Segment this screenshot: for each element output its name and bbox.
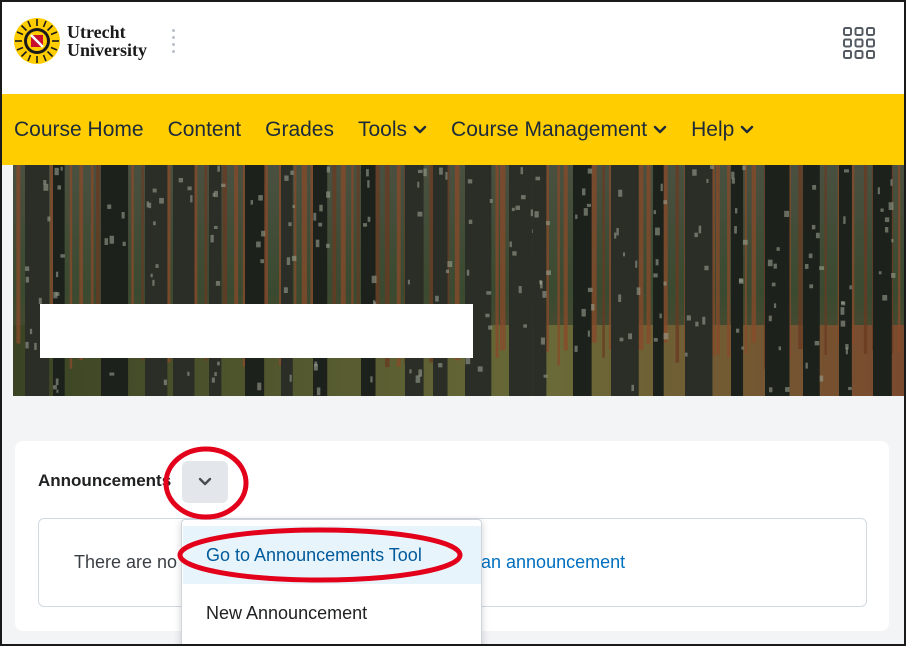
- menu-item-new-announcement[interactable]: New Announcement: [183, 584, 481, 642]
- header-separator: [172, 29, 176, 55]
- chevron-down-icon: [741, 125, 754, 133]
- app-launcher-grid-icon[interactable]: [842, 26, 876, 60]
- nav-tools[interactable]: Tools: [358, 118, 427, 142]
- screenshot-frame: Utrecht University Course Home Content G…: [0, 0, 906, 646]
- nav-content[interactable]: Content: [168, 118, 242, 142]
- nav-label: Tools: [358, 117, 408, 141]
- nav-course-home[interactable]: Course Home: [14, 118, 144, 142]
- create-announcement-link[interactable]: an announcement: [481, 552, 625, 573]
- chevron-down-icon: [653, 125, 667, 133]
- forest-image: [13, 165, 904, 396]
- empty-state-text: There are no: [74, 552, 178, 572]
- menu-item-go-to-announcements-tool[interactable]: Go to Announcements Tool: [183, 526, 481, 584]
- university-logo[interactable]: Utrecht University: [13, 17, 147, 65]
- widget-options-button[interactable]: [182, 461, 228, 503]
- sun-seal-icon: [14, 18, 60, 64]
- nav-label: Course Home: [14, 117, 144, 141]
- widget-title: Announcements: [38, 471, 172, 490]
- widget-options-menu: Go to Announcements Tool New Announcemen…: [181, 519, 482, 644]
- nav-label: Course Management: [451, 117, 648, 141]
- course-banner-image: [13, 165, 904, 396]
- nav-grades[interactable]: Grades: [265, 118, 334, 142]
- top-header: Utrecht University: [2, 2, 904, 94]
- nav-label: Help: [691, 117, 735, 141]
- nav-label: Grades: [265, 117, 334, 141]
- chevron-down-icon: [413, 125, 427, 133]
- nav-label: Content: [167, 117, 242, 141]
- course-navbar: Course Home Content Grades Tools Course …: [2, 94, 904, 165]
- logo-line-1: Utrecht: [67, 22, 126, 42]
- course-title-placeholder: [40, 304, 473, 358]
- nav-course-management[interactable]: Course Management: [451, 118, 667, 142]
- logo-line-2: University: [67, 40, 147, 60]
- logo-wordmark: Utrecht University: [67, 23, 147, 59]
- nav-help[interactable]: Help: [691, 118, 754, 142]
- chevron-down-icon: [198, 477, 212, 486]
